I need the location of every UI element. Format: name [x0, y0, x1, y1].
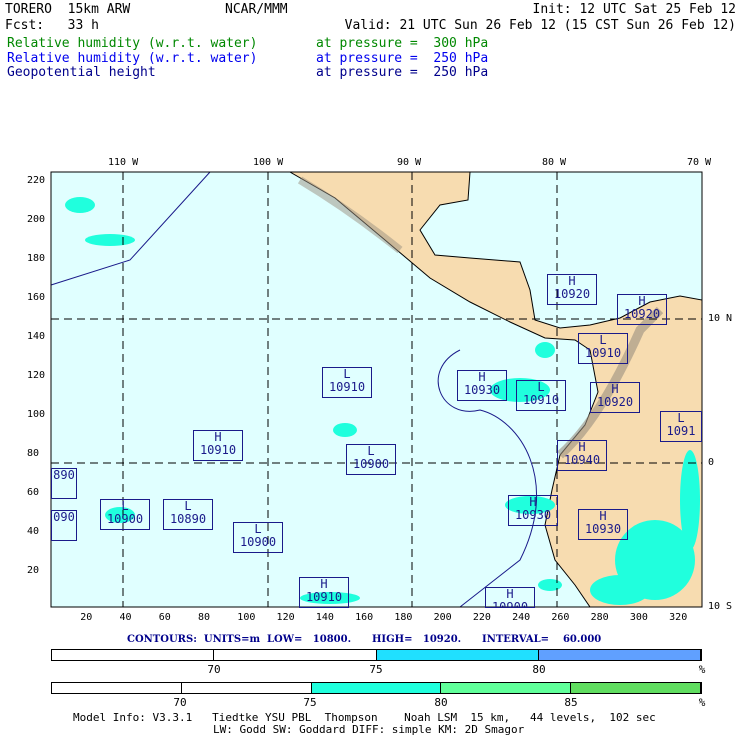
y-tick-label: 40 — [27, 526, 40, 537]
model-physics: LW: Godd SW: Goddard DIFF: simple KM: 2D… — [213, 723, 525, 736]
x-tick-label: 260 — [551, 612, 570, 623]
center-value: 890 — [53, 468, 75, 482]
x-tick-label: 80 — [198, 612, 211, 623]
center-value: 10890 — [169, 512, 207, 526]
colorbar-segment — [571, 683, 701, 693]
x-tick-label: 20 — [80, 612, 93, 623]
longitude-label: 100 W — [253, 157, 284, 168]
colorbar-segment — [376, 650, 539, 660]
low-pressure-center: L 10910 — [516, 380, 566, 411]
colorbar-label: 70 — [173, 696, 187, 709]
y-tick-label: 160 — [27, 292, 46, 303]
y-tick-label: 80 — [27, 448, 40, 459]
center-value: 10920 — [553, 287, 591, 301]
low-pressure-center: L 10900 — [346, 444, 396, 475]
x-tick-label: 280 — [590, 612, 609, 623]
high-pressure-center: H 10920 — [617, 294, 667, 325]
colorbar-label: 80 — [532, 663, 546, 676]
colorbar-segment — [538, 650, 701, 660]
y-tick-label: 180 — [27, 253, 46, 264]
center-value: 10910 — [328, 380, 366, 394]
center-value: 10900 — [491, 600, 529, 608]
center-value: 090 — [53, 510, 75, 524]
y-tick-label: 220 — [27, 175, 46, 186]
y-tick-label: 140 — [27, 331, 46, 342]
y-tick-label: 100 — [27, 409, 46, 420]
longitude-label: 90 W — [397, 157, 422, 168]
center-value: 10930 — [463, 383, 501, 397]
rh250-colorbar — [51, 649, 702, 661]
colorbar-segment — [441, 683, 572, 693]
high-pressure-center: H 10940 — [557, 440, 607, 471]
center-value: 10920 — [596, 395, 634, 409]
x-tick-label: 140 — [315, 612, 334, 623]
longitude-label: 70 W — [687, 157, 712, 168]
latitude-label: 0 — [708, 457, 715, 468]
x-tick-label: 180 — [394, 612, 413, 623]
high-pressure-center: H 10930 — [508, 495, 558, 526]
x-tick-label: 120 — [276, 612, 295, 623]
high-pressure-center: H 10920 — [590, 382, 640, 413]
longitude-label: 110 W — [108, 157, 139, 168]
colorbar-label: % — [698, 663, 706, 676]
center-value: 10940 — [563, 453, 601, 467]
weather-map-figure: TORERO 15km ARW NCAR/MMM Init: 12 UTC Sa… — [0, 0, 740, 740]
center-value: 10920 — [623, 307, 661, 321]
center-value: 10910 — [199, 443, 237, 457]
center-value: 10910 — [584, 346, 622, 360]
latitude-label: 10 S — [708, 601, 733, 612]
center-value: 1091 — [666, 424, 696, 438]
low-pressure-center: L 10900 — [233, 522, 283, 553]
colorbar-segment — [52, 650, 215, 660]
colorbar-label: 85 — [564, 696, 578, 709]
low-pressure-center: 090 — [51, 510, 77, 541]
colorbar-label: % — [698, 696, 706, 709]
x-tick-label: 160 — [355, 612, 374, 623]
colorbar-segment — [311, 683, 442, 693]
center-value: 10910 — [305, 590, 343, 604]
high-pressure-center: H 10930 — [578, 509, 628, 540]
x-tick-label: 240 — [512, 612, 531, 623]
y-tick-label: 20 — [27, 565, 40, 576]
low-pressure-center: L 10890 — [163, 499, 213, 530]
center-value: 10900 — [106, 512, 144, 526]
y-tick-label: 120 — [27, 370, 46, 381]
colorbar-label: 75 — [303, 696, 317, 709]
low-pressure-center: L 1091 — [660, 411, 702, 442]
center-value: 10930 — [584, 522, 622, 536]
low-pressure-center: 890 — [51, 468, 77, 499]
colorbar-label: 70 — [207, 663, 221, 676]
low-pressure-center: L 10910 — [578, 333, 628, 364]
x-tick-label: 300 — [629, 612, 648, 623]
high-pressure-center: H 10920 — [547, 274, 597, 305]
center-value: 10900 — [352, 457, 390, 471]
high-pressure-center: H 10930 — [457, 370, 507, 401]
x-tick-label: 320 — [669, 612, 688, 623]
high-pressure-center: H 10910 — [299, 577, 349, 608]
colorbar-segment — [52, 683, 182, 693]
x-tick-label: 200 — [433, 612, 452, 623]
high-pressure-center: H 10910 — [193, 430, 243, 461]
x-tick-label: 60 — [158, 612, 171, 623]
center-value: 10900 — [239, 535, 277, 549]
latitude-label: 10 N — [708, 313, 733, 324]
colorbar-segment — [214, 650, 377, 660]
contour-info: CONTOURS: UNITS=m LOW= 10800. HIGH= 1092… — [127, 634, 602, 645]
center-value: 10930 — [514, 508, 552, 522]
low-pressure-center: L 10900 — [100, 499, 150, 530]
high-pressure-center: H 10900 — [485, 587, 535, 608]
colorbar-label: 80 — [434, 696, 448, 709]
center-value: 10910 — [522, 393, 560, 407]
low-pressure-center: L 10910 — [322, 367, 372, 398]
colorbar-label: 75 — [369, 663, 383, 676]
longitude-label: 80 W — [542, 157, 567, 168]
y-tick-label: 200 — [27, 214, 46, 225]
rh300-colorbar — [51, 682, 702, 694]
x-tick-label: 100 — [237, 612, 256, 623]
x-tick-label: 220 — [472, 612, 491, 623]
y-tick-label: 60 — [27, 487, 40, 498]
x-tick-label: 40 — [119, 612, 132, 623]
colorbar-segment — [181, 683, 312, 693]
